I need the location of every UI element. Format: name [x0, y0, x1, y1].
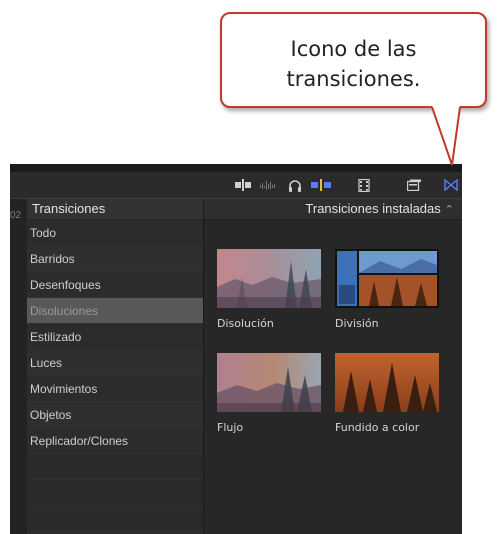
top-strip: [10, 164, 462, 172]
updown-chevron-icon: ⌃: [444, 204, 454, 216]
sidebar-item-replicador-clones[interactable]: Replicador/Clones: [27, 428, 203, 454]
sidebar-header: Transiciones: [27, 199, 203, 220]
sidebar-item-objetos[interactable]: Objetos: [27, 402, 203, 428]
final-cut-window: 02 Transiciones Todo Barridos Desenfoque…: [10, 164, 462, 534]
callout-line-2: transiciones.: [286, 67, 421, 91]
empty-row: [27, 506, 203, 532]
window-icon[interactable]: [405, 172, 423, 198]
skimming-icon[interactable]: [310, 172, 332, 198]
fade-to-color-thumbnail: [335, 353, 439, 412]
tile-label: Fundido a color: [335, 421, 420, 434]
sidebar-item-luces[interactable]: Luces: [27, 350, 203, 376]
callout-text: Icono de las transiciones.: [222, 34, 485, 94]
browser-toolbar: [10, 172, 462, 199]
transitions-sidebar: Transiciones Todo Barridos Desenfoques D…: [27, 199, 203, 534]
flow-thumbnail: [217, 353, 321, 412]
sidebar-item-estilizado[interactable]: Estilizado: [27, 324, 203, 350]
sidebar-item-desenfoques[interactable]: Desenfoques: [27, 272, 203, 298]
sidebar-item-barridos[interactable]: Barridos: [27, 246, 203, 272]
sidebar-item-movimientos[interactable]: Movimientos: [27, 376, 203, 402]
tile-label: Flujo: [217, 421, 244, 434]
transitions-browser: Transiciones instaladas ⌃ Disolución Div…: [204, 199, 462, 534]
sidebar-item-disoluciones[interactable]: Disoluciones: [27, 298, 203, 324]
callout-line-1: Icono de las: [290, 37, 417, 61]
clip-appearance-icon[interactable]: [234, 172, 252, 198]
tile-label: Disolución: [217, 317, 274, 330]
transitions-icon-callout: Icono de las transiciones.: [220, 12, 487, 108]
split-thumbnail: [335, 249, 439, 308]
tile-label: División: [335, 317, 379, 330]
audio-waveform-icon[interactable]: [259, 172, 277, 198]
timecode-fragment: 02: [10, 210, 22, 221]
sidebar-item-todo[interactable]: Todo: [27, 220, 203, 246]
filmstrip-icon[interactable]: [356, 172, 372, 198]
empty-row: [27, 454, 203, 480]
transitions-icon[interactable]: [443, 172, 459, 198]
browser-header[interactable]: Transiciones instaladas ⌃: [204, 199, 462, 220]
timeline-left-column: 02: [10, 199, 27, 534]
dissolve-thumbnail: [217, 249, 321, 308]
headphones-icon[interactable]: [286, 172, 304, 198]
category-list: Todo Barridos Desenfoques Disoluciones E…: [27, 220, 203, 532]
installed-transitions-label: Transiciones instaladas: [305, 201, 441, 216]
empty-row: [27, 480, 203, 506]
